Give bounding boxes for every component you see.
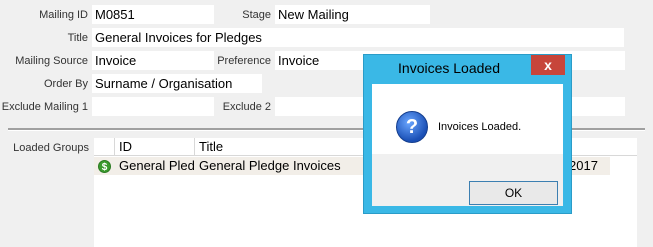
title-label: Title <box>67 32 88 44</box>
id-column-header[interactable]: ID <box>115 138 195 156</box>
dialog-body: ? Invoices Loaded. <box>372 84 563 154</box>
icon-column-header <box>94 138 115 156</box>
dialog-title: Invoices Loaded <box>398 60 500 76</box>
mailing-source-field[interactable]: Invoice <box>92 51 214 70</box>
stage-label: Stage <box>242 9 271 21</box>
mailing-id-field[interactable]: M0851 <box>92 5 214 24</box>
title-field[interactable]: General Invoices for Pledges <box>92 28 624 47</box>
order-by-label: Order By <box>43 78 88 90</box>
invoices-loaded-dialog: Invoices Loaded x ? Invoices Loaded. OK <box>363 54 572 214</box>
mailing-source-label: Mailing Source <box>15 55 88 67</box>
exclude-2-label: Exclude 2 <box>222 101 271 113</box>
row-title-cell: General Pledge Invoices <box>199 158 341 173</box>
mailing-id-label: Mailing ID <box>39 9 88 21</box>
dialog-footer: OK <box>372 154 563 206</box>
loaded-groups-label: Loaded Groups <box>13 142 89 154</box>
green-dollar-icon: $ <box>98 160 111 173</box>
dialog-message: Invoices Loaded. <box>438 121 522 133</box>
stage-field[interactable]: New Mailing <box>275 5 430 24</box>
preference-label: Preference <box>217 55 271 67</box>
order-by-field[interactable]: Surname / Organisation <box>92 74 262 93</box>
close-button[interactable]: x <box>531 55 565 75</box>
ok-button[interactable]: OK <box>469 181 558 205</box>
exclude-mailing-1-label: Exclude Mailing 1 <box>1 101 88 113</box>
row-id-cell: General Pled <box>119 158 195 173</box>
question-icon: ? <box>396 111 428 143</box>
exclude-mailing-1-field[interactable] <box>92 97 214 116</box>
